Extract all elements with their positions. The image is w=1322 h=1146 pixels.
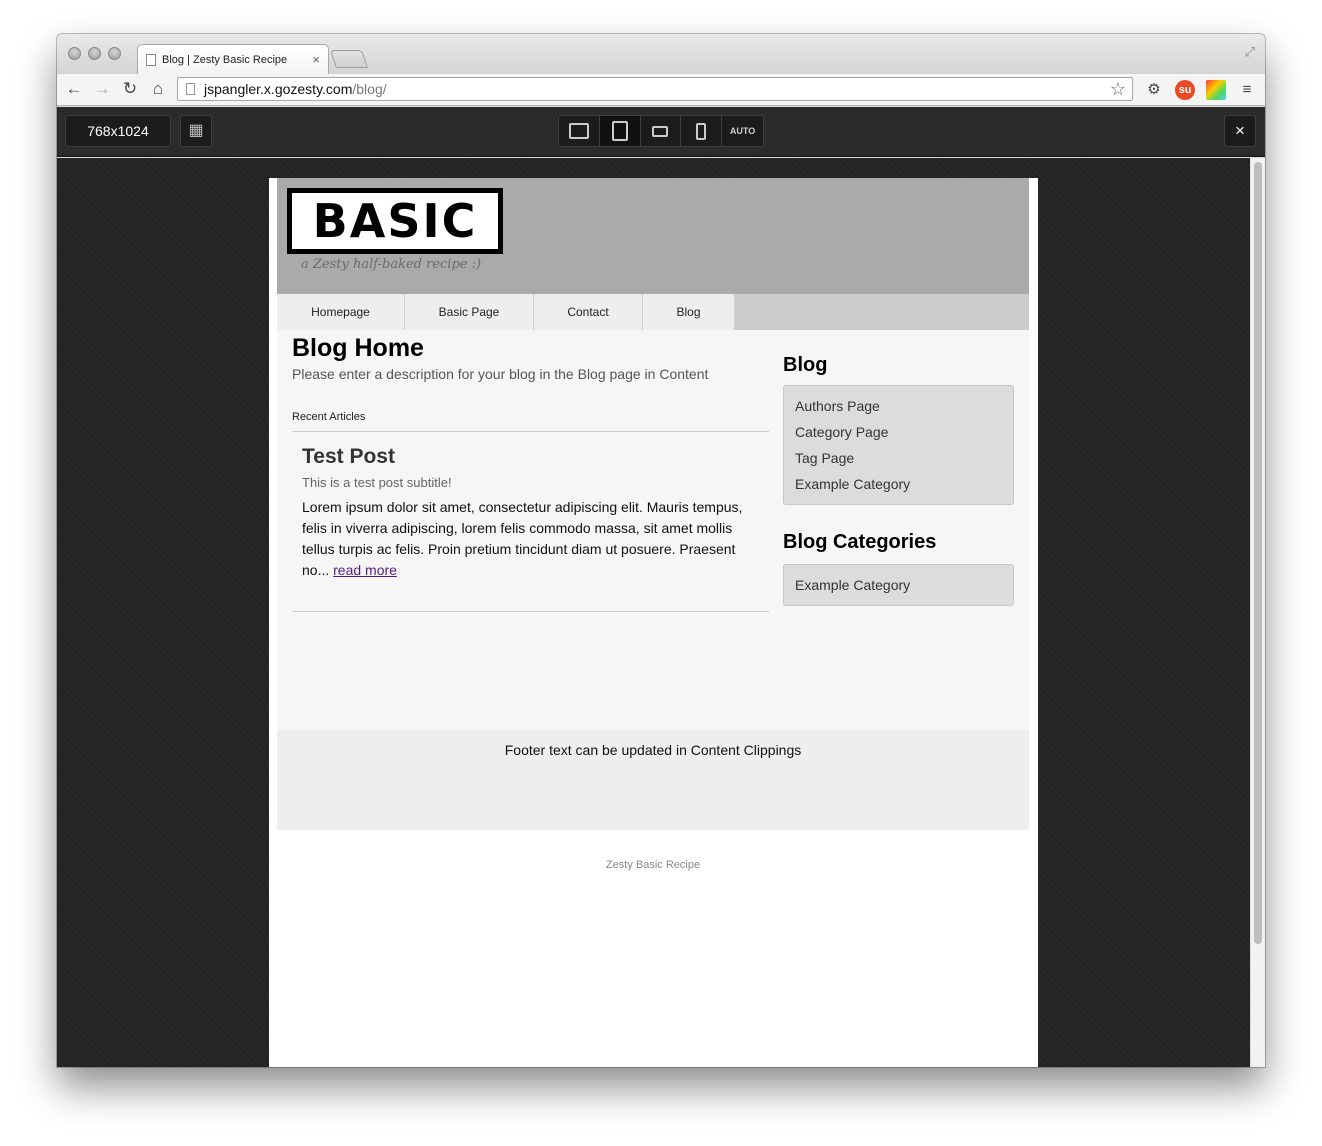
sidebar-categories-heading: Blog Categories xyxy=(783,531,937,553)
tablet-landscape-preset-button[interactable] xyxy=(640,116,682,146)
forward-icon[interactable]: → xyxy=(91,78,113,100)
page-icon xyxy=(146,53,156,66)
site-footer: Footer text can be updated in Content Cl… xyxy=(277,730,1029,830)
tab-strip: Blog | Zesty Basic Recipe × ⤢ xyxy=(57,34,1265,74)
nav-item-contact[interactable]: Contact xyxy=(534,294,643,330)
browser-window: Blog | Zesty Basic Recipe × ⤢ ← → ↻ ⌂ js… xyxy=(57,34,1265,1067)
site-container: BASIC a Zesty half-baked recipe :) Homep… xyxy=(277,178,1029,830)
phone-preset-button[interactable] xyxy=(681,116,723,146)
tab-title: Blog | Zesty Basic Recipe xyxy=(162,53,288,66)
nav-item-blog[interactable]: Blog xyxy=(643,294,735,330)
sidebar-link-authors-page[interactable]: Authors Page xyxy=(795,393,1002,419)
close-resizer-button[interactable]: × xyxy=(1224,115,1256,147)
footer-text: Footer text can be updated in Content Cl… xyxy=(504,742,802,758)
site-nav: Homepage Basic Page Contact Blog xyxy=(277,294,1029,330)
vertical-scrollbar[interactable] xyxy=(1250,158,1265,1067)
tablet-portrait-preset-button[interactable] xyxy=(599,116,641,146)
below-footer-text: Zesty Basic Recipe xyxy=(605,859,701,871)
page-description: Please enter a description for your blog… xyxy=(292,366,709,382)
browser-tab[interactable]: Blog | Zesty Basic Recipe × xyxy=(137,44,329,74)
post-title[interactable]: Test Post xyxy=(302,445,395,469)
device-presets: AUTO xyxy=(558,115,764,147)
sidebar-link-tag-page[interactable]: Tag Page xyxy=(795,445,1002,471)
nav-item-homepage[interactable]: Homepage xyxy=(277,294,405,330)
tablet-portrait-icon xyxy=(611,121,628,141)
resized-viewport: BASIC a Zesty half-baked recipe :) Homep… xyxy=(57,158,1265,1067)
desktop-preset-button[interactable] xyxy=(559,116,600,146)
address-bar[interactable]: jspangler.x.gozesty.com/blog/ ☆ xyxy=(177,77,1133,101)
home-icon[interactable]: ⌂ xyxy=(147,78,169,100)
sidebar-link-example-category[interactable]: Example Category xyxy=(795,471,1002,497)
nav-item-basic-page[interactable]: Basic Page xyxy=(405,294,534,330)
viewport-dimensions[interactable]: 768x1024 xyxy=(65,115,171,147)
stumbleupon-icon[interactable]: su xyxy=(1175,80,1195,100)
desktop-icon xyxy=(568,123,589,139)
minimize-window-button[interactable] xyxy=(88,47,101,60)
sidebar-category-links: Example Category xyxy=(783,564,1014,606)
bookmark-star-icon[interactable]: ☆ xyxy=(1110,79,1126,100)
zoom-window-button[interactable] xyxy=(108,47,121,60)
page-title: Blog Home xyxy=(292,334,424,362)
post-excerpt: Lorem ipsum dolor sit amet, consectetur … xyxy=(302,497,762,581)
url-path: /blog/ xyxy=(352,81,387,97)
resizer-extension-icon[interactable] xyxy=(1206,80,1226,100)
reload-icon[interactable]: ↻ xyxy=(119,78,141,100)
post-subtitle: This is a test post subtitle! xyxy=(302,475,452,490)
divider xyxy=(292,611,769,612)
site-logo[interactable]: BASIC xyxy=(287,188,503,254)
page-frame: BASIC a Zesty half-baked recipe :) Homep… xyxy=(269,178,1038,1067)
divider xyxy=(292,431,769,432)
fullscreen-icon[interactable]: ⤢ xyxy=(1245,44,1255,60)
auto-preset-button[interactable]: AUTO xyxy=(722,116,763,146)
close-window-button[interactable] xyxy=(68,47,81,60)
read-more-link[interactable]: read more xyxy=(333,562,397,578)
resizer-bar: 768x1024 ▦ AUTO × xyxy=(57,107,1265,157)
phone-icon xyxy=(696,122,707,140)
sidebar-blog-heading: Blog xyxy=(783,354,828,376)
sidebar-blog-links: Authors Page Category Page Tag Page Exam… xyxy=(783,385,1014,505)
main-content: Blog Home Please enter a description for… xyxy=(277,330,1029,730)
gear-icon[interactable]: ⚙ xyxy=(1144,80,1164,100)
sidebar-link-category[interactable]: Example Category xyxy=(795,572,1002,598)
site-tagline: a Zesty half-baked recipe :) xyxy=(301,257,482,272)
sidebar-link-category-page[interactable]: Category Page xyxy=(795,419,1002,445)
new-tab-button[interactable] xyxy=(330,50,368,68)
url-host: jspangler.x.gozesty.com xyxy=(204,81,353,97)
browser-toolbar: ← → ↻ ⌂ jspangler.x.gozesty.com/blog/ ☆ … xyxy=(57,74,1265,106)
calculator-icon[interactable]: ▦ xyxy=(180,115,212,147)
tab-close-icon[interactable]: × xyxy=(312,52,320,67)
scrollbar-thumb[interactable] xyxy=(1254,162,1262,944)
tablet-landscape-icon xyxy=(652,125,669,137)
menu-icon[interactable]: ≡ xyxy=(1237,80,1257,100)
site-header: BASIC a Zesty half-baked recipe :) xyxy=(277,178,1029,294)
page-icon xyxy=(186,83,195,95)
recent-articles-label: Recent Articles xyxy=(292,411,366,423)
back-icon[interactable]: ← xyxy=(63,78,85,100)
